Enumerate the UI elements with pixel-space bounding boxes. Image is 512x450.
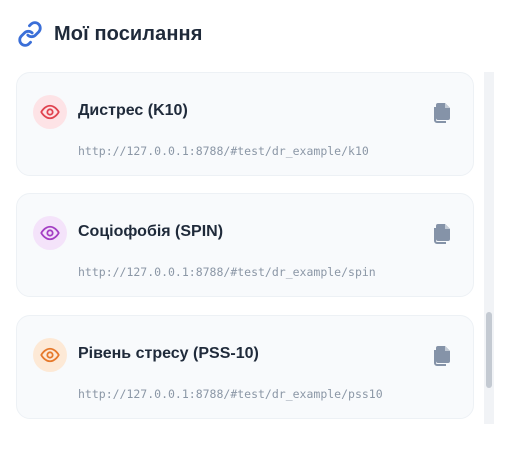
eye-icon[interactable] — [33, 338, 67, 372]
my-links-panel: Мої посилання Дистрес (K10) http://127.0… — [0, 0, 512, 450]
links-list[interactable]: Дистрес (K10) http://127.0.0.1:8788/#tes… — [16, 72, 476, 424]
copy-icon[interactable] — [427, 342, 455, 370]
link-title: Дистрес (K10) — [78, 102, 188, 119]
copy-icon[interactable] — [427, 99, 455, 127]
copy-icon[interactable] — [427, 220, 455, 248]
link-url[interactable]: http://127.0.0.1:8788/#test/dr_example/s… — [78, 265, 376, 279]
panel-header: Мої посилання — [16, 18, 202, 50]
link-title: Соціофобія (SPIN) — [78, 223, 224, 240]
link-url[interactable]: http://127.0.0.1:8788/#test/dr_example/k… — [78, 144, 369, 158]
scrollbar-thumb[interactable] — [486, 312, 492, 388]
scrollbar[interactable] — [484, 72, 494, 424]
link-card-pss10[interactable]: Рівень стресу (PSS-10) http://127.0.0.1:… — [16, 315, 474, 419]
link-title: Рівень стресу (PSS-10) — [78, 345, 259, 362]
eye-icon[interactable] — [33, 216, 67, 250]
page-title: Мої посилання — [54, 22, 203, 45]
link-url[interactable]: http://127.0.0.1:8788/#test/dr_example/p… — [78, 387, 383, 401]
eye-icon[interactable] — [33, 95, 67, 129]
link-card-k10[interactable]: Дистрес (K10) http://127.0.0.1:8788/#tes… — [16, 72, 474, 176]
link-card-spin[interactable]: Соціофобія (SPIN) http://127.0.0.1:8788/… — [16, 193, 474, 297]
link-icon — [16, 20, 44, 48]
